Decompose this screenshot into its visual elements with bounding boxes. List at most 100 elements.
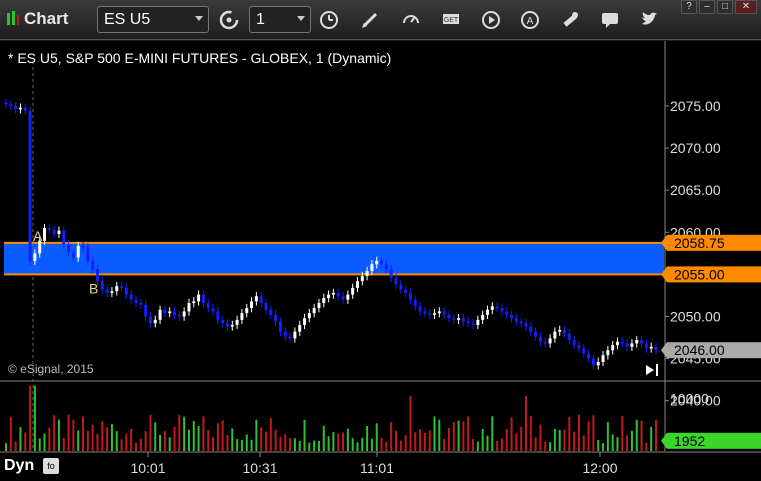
candle-body	[327, 294, 331, 298]
candle-body	[601, 355, 605, 362]
candle-body	[611, 345, 615, 351]
candle-body	[225, 323, 229, 327]
y-tick-label: 2065.00	[670, 182, 721, 198]
candle-body	[293, 331, 297, 339]
candle-body	[47, 228, 51, 230]
chart-bars-icon	[7, 11, 19, 25]
price-chart[interactable]: AB2075.002070.002065.002060.002055.00205…	[0, 41, 761, 481]
get-icon[interactable]: GET	[438, 7, 464, 33]
candle-body	[355, 281, 359, 288]
candle-body	[524, 323, 528, 327]
marker-b-label: B	[89, 280, 98, 296]
candle-body	[582, 348, 586, 354]
candle-body	[336, 292, 340, 297]
candle-body	[124, 287, 128, 295]
candle-body	[235, 319, 239, 325]
candle-body	[519, 321, 523, 324]
candle-body	[206, 303, 210, 309]
candle-body	[100, 281, 104, 290]
candle-body	[23, 107, 27, 112]
speedometer-icon[interactable]	[398, 7, 424, 33]
minimize-button[interactable]: –	[699, 0, 715, 14]
candle-body	[144, 304, 148, 317]
candle-body	[240, 313, 244, 320]
dynamic-label[interactable]: Dyn	[4, 457, 34, 475]
candle-body	[591, 358, 595, 366]
close-button[interactable]: ✕	[735, 0, 757, 14]
candle-body	[18, 107, 22, 110]
interval-combo[interactable]: 1	[249, 6, 311, 33]
twitter-icon[interactable]	[636, 7, 662, 33]
candle-body	[370, 264, 374, 272]
help-button[interactable]: ?	[681, 0, 697, 14]
x-tick-label: 11:01	[360, 460, 394, 476]
maximize-button[interactable]: □	[717, 0, 733, 14]
symbol-title: * ES U5, S&P 500 E-MINI FUTURES - GLOBEX…	[8, 50, 392, 66]
candle-body	[230, 324, 234, 327]
y-tick-label: 2050.00	[670, 309, 721, 325]
candle-body	[553, 331, 557, 339]
candle-body	[134, 299, 138, 304]
candle-body	[543, 341, 547, 344]
candle-body	[86, 247, 90, 261]
candle-body	[91, 260, 95, 270]
candle-body	[288, 336, 292, 339]
candle-body	[418, 306, 422, 312]
candle-body	[466, 321, 470, 324]
play-icon[interactable]	[478, 7, 504, 33]
y-tick-label: 2070.00	[670, 140, 721, 156]
refresh-cycle-icon[interactable]	[216, 7, 242, 33]
upper-level-price-label: 2058.75	[674, 235, 725, 251]
chart-area[interactable]: AB2075.002070.002065.002060.002055.00205…	[0, 41, 761, 481]
candle-body	[153, 319, 157, 324]
symbol-combo[interactable]: ES U5	[97, 6, 209, 33]
candle-body	[245, 308, 249, 314]
candle-body	[490, 306, 494, 310]
chevron-down-icon	[195, 16, 203, 21]
candle-body	[510, 314, 514, 319]
marker-a-label: A	[33, 228, 43, 244]
candle-body	[14, 106, 18, 110]
last-price-label-arrow	[661, 342, 667, 359]
candle-body	[476, 319, 480, 325]
candle-body	[635, 340, 639, 344]
chat-icon[interactable]	[597, 7, 623, 33]
clock-icon[interactable]	[316, 7, 342, 33]
formula-icon[interactable]: fo	[43, 458, 59, 474]
candle-body	[211, 308, 215, 312]
chevron-down-icon	[297, 16, 305, 21]
candle-body	[428, 313, 432, 315]
candle-body	[649, 346, 653, 349]
candle-body	[423, 311, 427, 314]
candle-body	[413, 299, 417, 307]
candle-body	[115, 286, 119, 292]
candle-body	[365, 271, 369, 277]
candle-body	[389, 269, 393, 278]
font-a-icon[interactable]: A	[517, 7, 543, 33]
x-tick-label: 10:31	[242, 460, 277, 476]
candle-body	[259, 296, 263, 304]
candle-body	[148, 316, 152, 324]
candle-body	[192, 301, 196, 304]
candle-body	[269, 309, 273, 315]
candle-body	[139, 303, 143, 305]
candle-body	[433, 313, 437, 315]
candle-body	[67, 244, 71, 253]
price-zone	[4, 242, 664, 275]
candle-body	[331, 292, 335, 295]
y-tick-label: 2075.00	[670, 98, 721, 114]
candle-body	[615, 341, 619, 346]
candle-body	[351, 287, 355, 295]
candle-body	[95, 269, 99, 282]
candle-body	[640, 340, 644, 344]
candle-body	[197, 294, 201, 302]
candle-body	[404, 289, 408, 293]
candle-body	[534, 331, 538, 337]
candle-body	[457, 318, 461, 320]
pencil-icon[interactable]	[357, 7, 383, 33]
scroll-to-end-icon[interactable]	[646, 364, 658, 376]
candle-body	[341, 296, 345, 300]
tools-icon[interactable]	[557, 7, 583, 33]
candle-body	[606, 350, 610, 356]
candle-body	[274, 314, 278, 322]
